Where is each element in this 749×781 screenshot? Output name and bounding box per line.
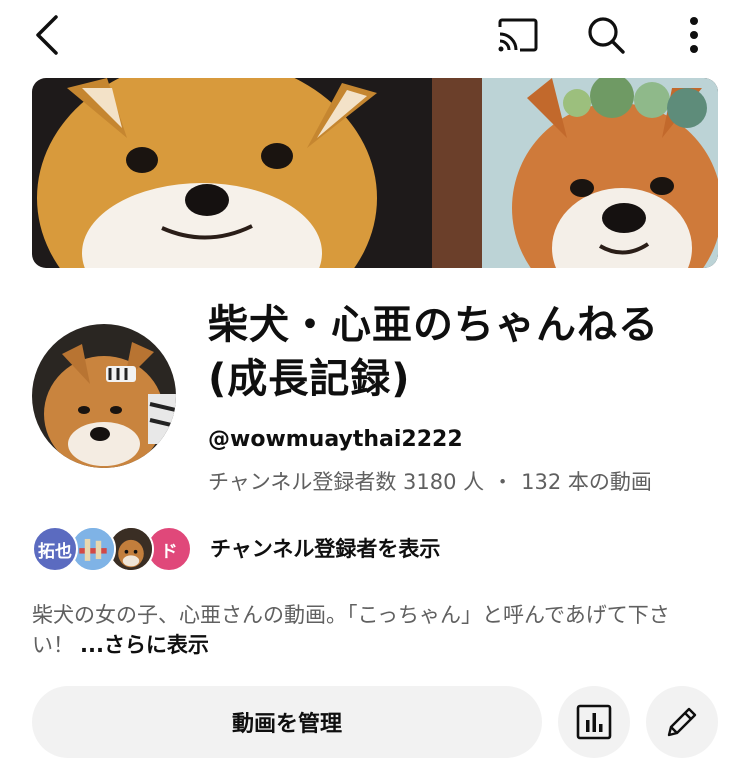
channel-title: 柴犬・心亜のちゃんねる(成長記録) bbox=[208, 302, 659, 402]
stats-separator: ・ bbox=[492, 470, 514, 494]
subscriber-avatar-text: 拓也 bbox=[38, 541, 72, 562]
back-button[interactable] bbox=[22, 10, 72, 60]
edit-pencil-icon bbox=[667, 707, 697, 737]
back-arrow-icon bbox=[36, 15, 58, 55]
video-count: 132 本の動画 bbox=[521, 470, 652, 494]
subscriber-avatar-image bbox=[110, 528, 152, 570]
top-app-bar bbox=[0, 0, 749, 70]
avatar-image bbox=[32, 324, 176, 468]
manage-videos-button[interactable]: 動画を管理 bbox=[32, 686, 542, 758]
cast-icon bbox=[498, 18, 538, 52]
channel-description[interactable]: 柴犬の女の子、心亜さんの動画。「こっちゃん」と呼んであげて下さい！ ...さらに表… bbox=[32, 600, 722, 660]
subscriber-avatar-text: ド bbox=[160, 541, 178, 562]
subscriber-avatar-image bbox=[72, 528, 114, 570]
view-subscribers-row[interactable]: 拓也 ド チャンネル登録者を表示 bbox=[32, 524, 732, 576]
channel-banner bbox=[32, 78, 718, 268]
cast-button[interactable] bbox=[492, 12, 544, 58]
channel-avatar[interactable] bbox=[32, 324, 176, 468]
more-vert-icon bbox=[690, 17, 698, 53]
search-icon bbox=[588, 17, 625, 54]
subscriber-avatar: 拓也 bbox=[32, 526, 78, 572]
banner-image bbox=[32, 78, 718, 268]
show-more-link[interactable]: ...さらに表示 bbox=[80, 633, 209, 657]
analytics-icon bbox=[576, 704, 612, 740]
channel-handle: @wowmuaythai2222 bbox=[208, 427, 463, 452]
search-button[interactable] bbox=[580, 12, 632, 58]
view-subscribers-label: チャンネル登録者を表示 bbox=[210, 537, 441, 561]
analytics-button[interactable] bbox=[558, 686, 630, 758]
edit-button[interactable] bbox=[646, 686, 718, 758]
channel-stats: チャンネル登録者数 3180 人・ 132 本の動画 bbox=[208, 466, 652, 498]
subscriber-count: チャンネル登録者数 3180 人 bbox=[208, 470, 485, 494]
more-options-button[interactable] bbox=[672, 12, 716, 58]
